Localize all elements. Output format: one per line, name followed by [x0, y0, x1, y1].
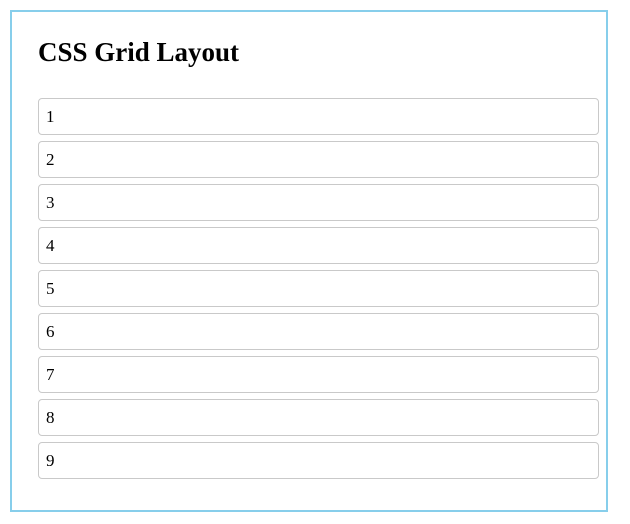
grid-item: 3 [38, 184, 599, 221]
page-title: CSS Grid Layout [38, 37, 240, 67]
grid-item: 8 [38, 399, 599, 436]
grid-item: 7 [38, 356, 599, 393]
grid-item: 5 [38, 270, 599, 307]
grid-item: 1 [38, 98, 599, 135]
page-frame: CSS Grid Layout 1 2 3 4 5 6 7 8 9 [10, 10, 608, 512]
grid-container: 1 2 3 4 5 6 7 8 9 [38, 98, 599, 479]
grid-item: 2 [38, 141, 599, 178]
grid-item: 9 [38, 442, 599, 479]
grid-item: 4 [38, 227, 599, 264]
grid-item: 6 [38, 313, 599, 350]
